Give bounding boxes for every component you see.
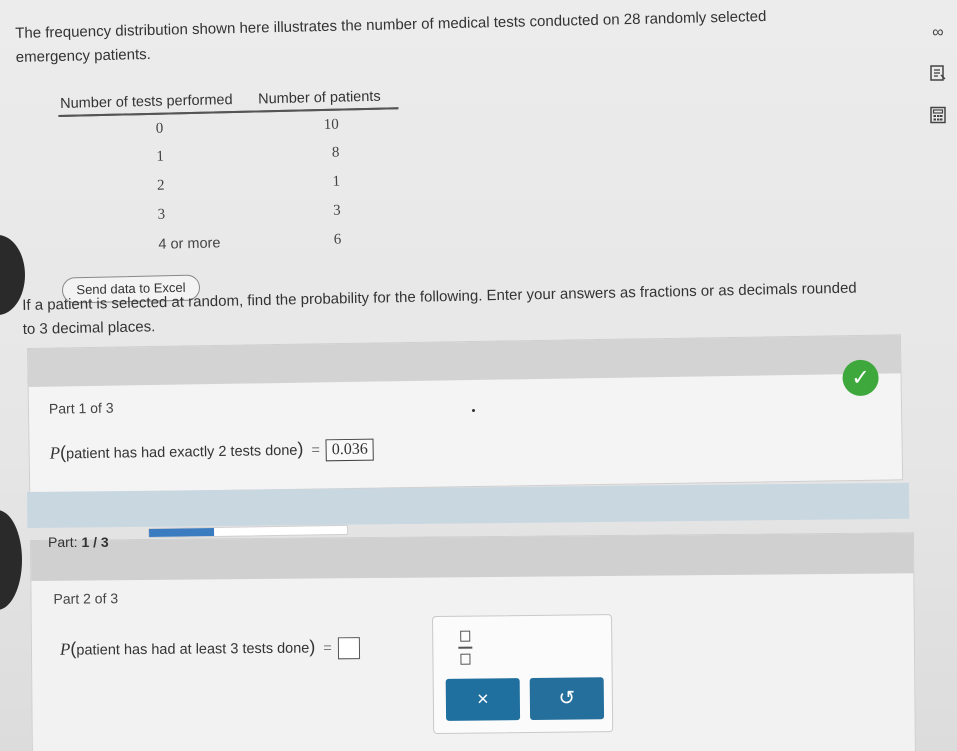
side-toolbar: ∞ [927, 22, 953, 148]
cell-tests: 4 or more [158, 234, 221, 253]
cell-tests: 0 [155, 120, 164, 137]
notes-icon[interactable] [927, 64, 949, 86]
cell-tests: 3 [157, 206, 166, 223]
part2-label: Part 2 of 3 [53, 590, 119, 607]
part2-answer-field[interactable] [337, 637, 360, 660]
calculator-icon[interactable] [927, 106, 949, 128]
cell-tests: 1 [156, 148, 165, 165]
progress-bar [148, 524, 349, 538]
cell-patients: 3 [332, 202, 341, 219]
progress-fill [149, 527, 215, 537]
cell-tests: 2 [156, 177, 165, 194]
cell-patients: 10 [323, 116, 339, 133]
fraction-icon[interactable] [455, 630, 475, 665]
equals-sign: = [311, 442, 320, 459]
math-keypad: × ↺ [432, 614, 614, 734]
part-indicator-value: 1 / 3 [81, 534, 109, 550]
frequency-table: Number of tests performed Number of pati… [58, 88, 402, 261]
part1-answer-field[interactable]: 0.036 [325, 438, 375, 462]
part-indicator: Part: 1 / 3 [48, 534, 109, 550]
part1-question-text: patient has had exactly 2 tests done [65, 442, 298, 463]
equals-sign: = [323, 640, 332, 657]
part1-question: P(patient has had exactly 2 tests done) =… [49, 438, 375, 466]
undo-button[interactable]: ↺ [529, 677, 605, 720]
part2-question: P(patient has had at least 3 tests done)… [60, 636, 360, 662]
part2-question-text: patient has had at least 3 tests done [76, 640, 310, 659]
hand-shadow [0, 510, 22, 610]
problem-intro: The frequency distribution shown here il… [15, 7, 767, 66]
cursor-dot [472, 409, 475, 412]
infinity-icon[interactable]: ∞ [927, 22, 949, 44]
part2-header-band [31, 533, 914, 581]
part1-panel: ✓ Part 1 of 3 P(patient has had exactly … [27, 334, 904, 494]
part1-label: Part 1 of 3 [48, 399, 114, 417]
cell-patients: 1 [332, 173, 341, 190]
probability-symbol: P [59, 639, 71, 659]
cell-patients: 6 [333, 231, 342, 248]
part1-header-band: ✓ [28, 335, 901, 397]
check-icon: ✓ [842, 359, 879, 397]
part-indicator-prefix: Part: [48, 534, 82, 550]
cell-patients: 8 [331, 144, 340, 161]
clear-button[interactable]: × [445, 678, 521, 721]
